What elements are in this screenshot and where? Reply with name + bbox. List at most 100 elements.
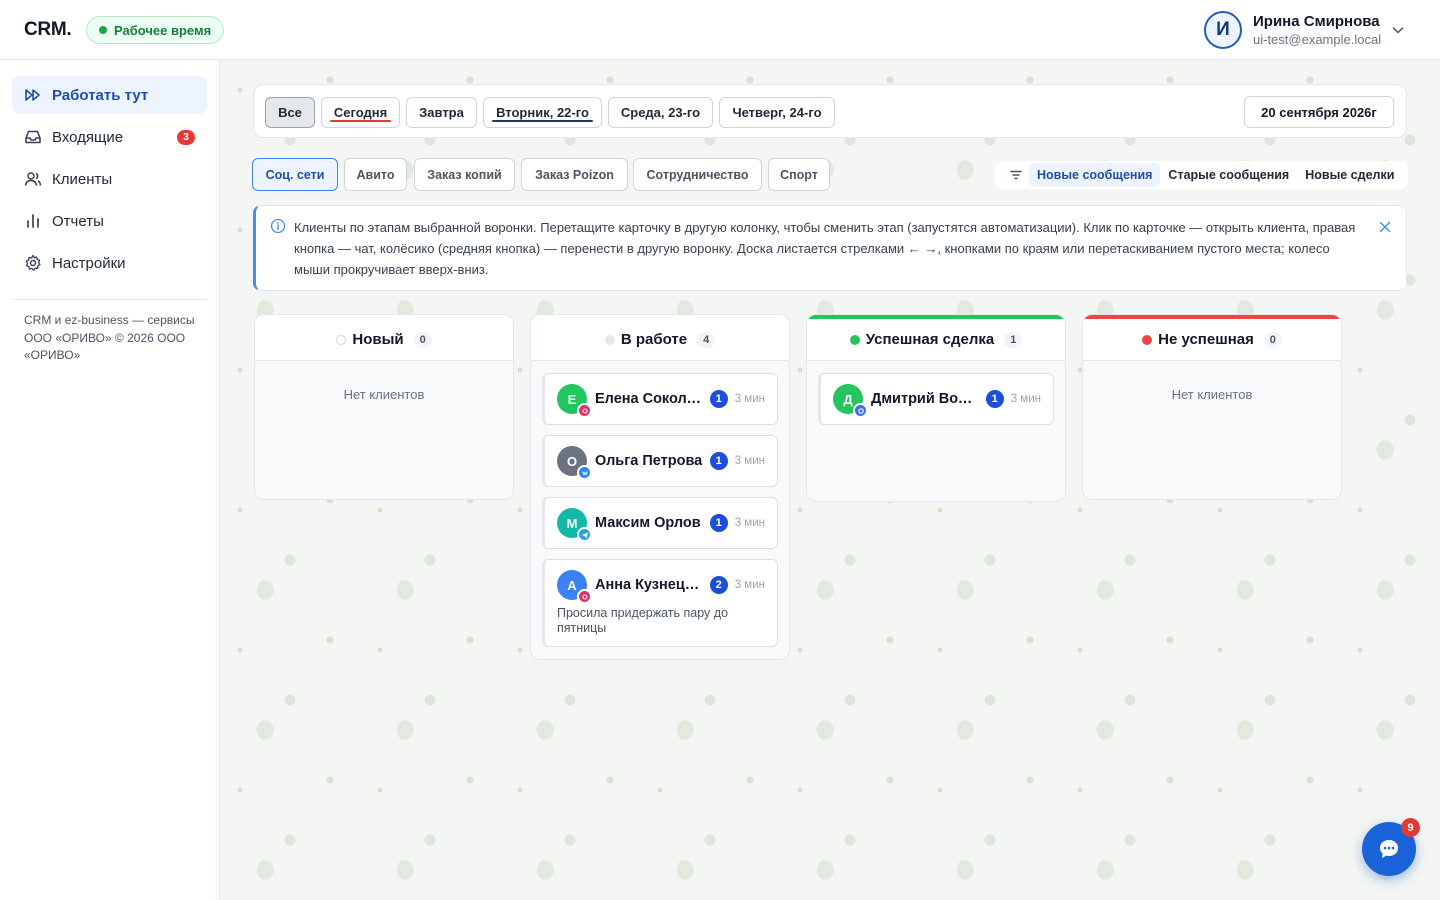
column-header: В работе 4 [531, 319, 789, 361]
unread-badge: 1 [709, 514, 728, 532]
funnel-tab-poizon[interactable]: Заказ Poizon [521, 158, 628, 191]
sidebar-item-reports[interactable]: Отчеты [12, 202, 207, 240]
sidebar-item-settings[interactable]: Настройки [12, 244, 207, 282]
column-title: В работе [620, 331, 688, 348]
card-time: 3 мин [734, 517, 765, 529]
funnel-tab-label: Заказ Poizon [535, 167, 614, 182]
funnel-tab-label: Соц. сети [265, 167, 325, 182]
column-count: 1 [1004, 331, 1023, 348]
date-filter-label: Завтра [419, 105, 464, 120]
sidebar-item-inbox[interactable]: Входящие 3 [12, 118, 207, 156]
avatar-initial: Е [567, 391, 577, 407]
column-title: Новый [352, 331, 404, 348]
stage-dot [336, 334, 347, 345]
client-card[interactable]: А Анна Кузнецова 2 3 мин Просила придерж… [542, 559, 778, 647]
date-filter-bar: Все Сегодня Завтра Вторник, 22-го Среда,… [253, 84, 1407, 138]
column-header: Новый 0 [255, 319, 513, 361]
chat-unread-badge: 9 [1401, 818, 1420, 837]
date-filter-today[interactable]: Сегодня [321, 97, 400, 128]
unread-badge: 1 [709, 452, 728, 470]
work-status-badge[interactable]: Рабочее время [86, 16, 225, 44]
avatar: О [557, 446, 592, 480]
client-name: Ольга Петрова [595, 453, 703, 469]
sort-new-deals[interactable]: Новые сделки [1297, 163, 1402, 187]
avatar-initial: Д [843, 391, 853, 407]
sidebar-item-label: Настройки [52, 254, 126, 272]
empty-column-text: Нет клиентов [343, 387, 425, 402]
kanban-column-success: Успешная сделка 1 Д Дмитрий Волков 1 3 м… [806, 314, 1066, 502]
chevron-down-icon[interactable] [1390, 22, 1406, 38]
avatar: М [557, 508, 592, 542]
fast-forward-icon [24, 86, 42, 104]
work-status-label: Рабочее время [114, 22, 212, 38]
date-filter-thursday[interactable]: Четверг, 24-го [719, 97, 835, 128]
sidebar-item-label: Работать тут [52, 86, 149, 104]
date-filter-label: Среда, 23-го [620, 105, 701, 120]
column-title: Не успешная [1158, 331, 1254, 348]
chat-button[interactable]: 9 [1362, 818, 1420, 876]
sidebar-item-clients[interactable]: Клиенты [12, 160, 207, 198]
client-note: Просила придержать пару до пятницы [557, 606, 728, 635]
date-underline [330, 120, 391, 122]
card-time: 3 мин [734, 393, 765, 405]
main-board: Все Сегодня Завтра Вторник, 22-го Среда,… [220, 60, 1440, 900]
max-messenger-icon [853, 403, 868, 418]
avatar: А [557, 570, 592, 604]
funnel-tab-social[interactable]: Соц. сети [252, 158, 338, 191]
chat-bubble-icon [1380, 840, 1398, 858]
sort-new-messages[interactable]: Новые сообщения [1029, 163, 1161, 187]
column-body[interactable]: Д Дмитрий Волков 1 3 мин [807, 361, 1065, 501]
user-name[interactable]: Ирина Смирнова [1253, 13, 1380, 30]
sidebar-item-work-here[interactable]: Работать тут [12, 76, 207, 114]
avatar-initial: М [566, 515, 578, 531]
column-count: 4 [697, 331, 716, 348]
kanban-column-in-progress: В работе 4 Е Елена Соколова 1 3 мин О Ол… [530, 314, 790, 660]
user-avatar[interactable]: И [1204, 11, 1242, 49]
date-filter-tomorrow[interactable]: Завтра [406, 97, 477, 128]
card-time: 3 мин [734, 579, 765, 591]
funnel-tab-sport[interactable]: Спорт [768, 158, 830, 191]
instagram-icon [577, 403, 592, 418]
column-count: 0 [1263, 331, 1282, 348]
status-dot [99, 26, 107, 34]
date-filter-wednesday[interactable]: Среда, 23-го [608, 97, 713, 128]
sidebar-item-label: Отчеты [52, 212, 104, 230]
date-filter-all[interactable]: Все [265, 97, 315, 128]
vk-icon [577, 465, 592, 480]
client-card[interactable]: М Максим Орлов 1 3 мин [542, 497, 778, 549]
avatar-initial: О [566, 453, 578, 469]
stage-dot [1142, 334, 1153, 345]
avatar-initial: А [567, 577, 577, 593]
filter-sort-icon[interactable] [1003, 162, 1029, 188]
date-filter-label: Четверг, 24-го [732, 105, 822, 120]
bar-chart-icon [24, 212, 42, 230]
users-icon [24, 170, 42, 188]
client-card[interactable]: Е Елена Соколова 1 3 мин [542, 373, 778, 425]
funnel-tab-label: Авито [356, 167, 395, 182]
app-logo[interactable]: CRM. [24, 19, 72, 41]
stage-dot [604, 334, 615, 345]
date-picker[interactable]: 20 сентября 2026г [1244, 96, 1394, 128]
funnel-tab-copies[interactable]: Заказ копий [414, 158, 515, 191]
avatar: Е [557, 384, 592, 418]
column-body[interactable]: Нет клиентов [255, 361, 513, 499]
column-title: Успешная сделка [865, 331, 995, 348]
funnel-tab-label: Заказ копий [427, 167, 502, 182]
user-email: ui-test@example.local [1253, 32, 1382, 47]
column-body[interactable]: Нет клиентов [1083, 361, 1341, 499]
sort-old-messages[interactable]: Старые сообщения [1160, 163, 1297, 187]
date-filter-tuesday[interactable]: Вторник, 22-го [483, 97, 602, 128]
client-name: Елена Соколова [595, 391, 704, 407]
card-time: 3 мин [1010, 393, 1041, 405]
client-card[interactable]: Д Дмитрий Волков 1 3 мин [818, 373, 1054, 425]
top-header: CRM. Рабочее время И Ирина Смирнова ui-t… [0, 0, 1440, 60]
client-name: Максим Орлов [595, 515, 701, 531]
client-card[interactable]: О Ольга Петрова 1 3 мин [542, 435, 778, 487]
close-icon[interactable] [1378, 220, 1392, 234]
sidebar-item-label: Клиенты [52, 170, 113, 188]
funnel-tab-cooperation[interactable]: Сотрудничество [633, 158, 762, 191]
column-body[interactable]: Е Елена Соколова 1 3 мин О Ольга Петрова… [531, 361, 789, 659]
date-filter-label: Сегодня [333, 105, 388, 120]
unread-badge: 1 [985, 390, 1004, 408]
funnel-tab-avito[interactable]: Авито [344, 158, 407, 191]
